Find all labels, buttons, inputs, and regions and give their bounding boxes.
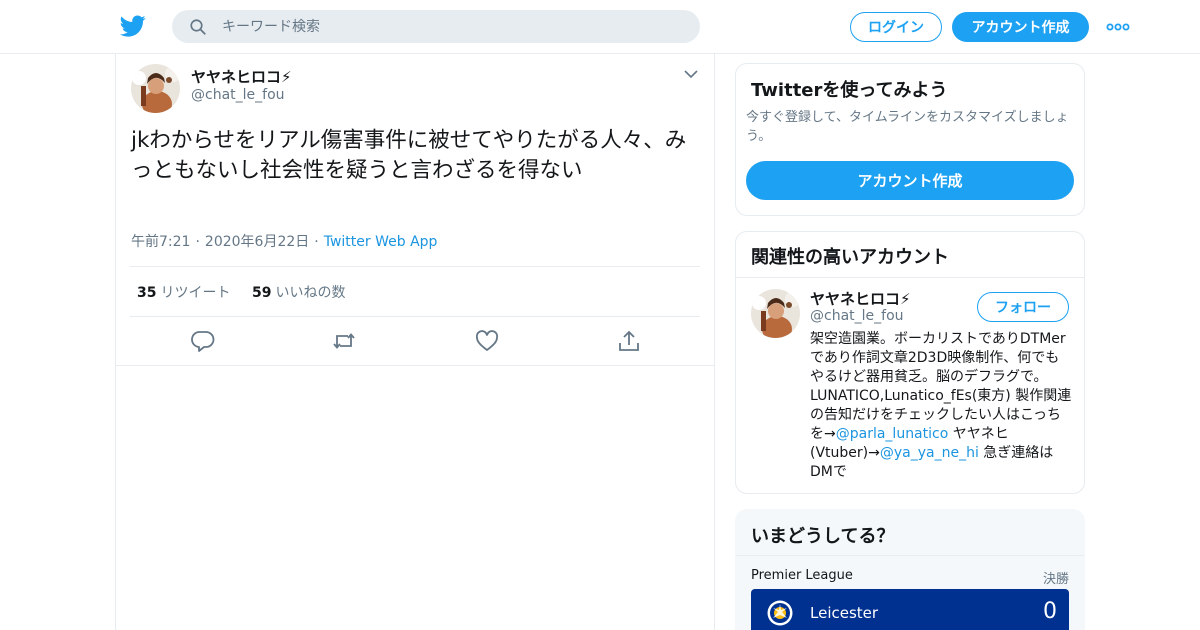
tweet-text: jkわからせをリアル傷害事件に被せてやりたがる人々、みっともないし社会性を疑うと… <box>131 128 687 183</box>
retweet-stat[interactable]: 35 リツイート <box>137 282 230 302</box>
author-handle[interactable]: @chat_le_fou <box>191 87 285 103</box>
login-button[interactable]: ログイン <box>850 12 942 42</box>
bio-mention-link[interactable]: @ya_ya_ne_hi <box>880 445 979 461</box>
related-account-handle[interactable]: @chat_le_fou <box>810 308 904 324</box>
retweet-icon[interactable] <box>332 330 356 352</box>
tweet-stats: 35 リツイート 59 いいねの数 <box>130 266 700 317</box>
related-account-bio: 架空造園業。ボーカリストでありDTMerであり作詞文章2D3D映像制作、何でもや… <box>810 330 1072 482</box>
retweet-label: リツイート <box>160 285 231 301</box>
team-score-row[interactable]: Leicester 0 <box>751 589 1069 630</box>
team-score: 0 <box>1043 599 1057 624</box>
tweet-time[interactable]: 午前7:21 <box>131 234 190 250</box>
related-accounts-card: 関連性の高いアカウント ヤヤネヒロコ⚡ @chat_le_fou フォロー 架空… <box>735 231 1085 494</box>
divider <box>736 555 1084 556</box>
tweet-metadata: 午前7:21 · 2020年6月22日 · Twitter Web App <box>131 231 437 251</box>
related-account-name[interactable]: ヤヤネヒロコ⚡ <box>810 288 911 309</box>
create-account-button[interactable]: アカウント作成 <box>746 161 1074 200</box>
signup-prompt-title: Twitterを使ってみよう <box>751 80 948 101</box>
tweet-actions <box>116 326 714 356</box>
twitter-bird-icon[interactable] <box>120 13 146 39</box>
league-name: Premier League <box>751 568 853 583</box>
follow-button[interactable]: フォロー <box>977 292 1069 322</box>
more-icon[interactable] <box>1106 20 1130 34</box>
like-stat[interactable]: 59 いいねの数 <box>252 282 345 302</box>
trends-title: いまどうしてる？ <box>751 526 895 547</box>
retweet-count: 35 <box>137 285 157 301</box>
signup-prompt-card: Twitterを使ってみよう 今すぐ登録して、タイムラインをカスタマイズしましょ… <box>735 63 1085 216</box>
signup-prompt-description: 今すぐ登録して、タイムラインをカスタマイズしましょう。 <box>746 110 1069 144</box>
avatar-image <box>131 64 180 113</box>
avatar[interactable] <box>751 289 800 338</box>
search-input[interactable] <box>222 10 682 43</box>
leicester-crest-icon <box>767 600 793 626</box>
avatar[interactable] <box>131 64 180 113</box>
tweet-source-link[interactable]: Twitter Web App <box>324 234 438 250</box>
trends-card: いまどうしてる？ Premier League 決勝 Leicester 0 <box>735 509 1085 630</box>
like-count: 59 <box>252 285 272 301</box>
team-name: Leicester <box>810 604 879 622</box>
meta-separator: · <box>314 234 319 250</box>
bio-mention-link[interactable]: @parla_lunatico <box>836 426 949 442</box>
share-icon[interactable] <box>617 330 641 352</box>
search-icon <box>190 19 206 35</box>
meta-separator: · <box>195 234 200 250</box>
reply-icon[interactable] <box>191 330 215 352</box>
top-navigation-bar: ログイン アカウント作成 <box>0 0 1200 54</box>
tweet-date[interactable]: 2020年6月22日 <box>205 234 309 250</box>
chevron-down-icon[interactable] <box>684 68 698 80</box>
main-timeline-column: ヤヤネヒロコ⚡ @chat_le_fou jkわからせをリアル傷害事件に被せてや… <box>115 54 715 630</box>
match-status: 決勝 <box>1042 572 1069 587</box>
tweet-card: ヤヤネヒロコ⚡ @chat_le_fou jkわからせをリアル傷害事件に被せてや… <box>116 54 714 366</box>
divider <box>736 277 1084 278</box>
like-label: いいねの数 <box>275 285 346 301</box>
author-name[interactable]: ヤヤネヒロコ⚡ <box>191 66 292 87</box>
search-box[interactable] <box>172 10 700 43</box>
avatar-image <box>751 289 800 338</box>
related-accounts-title: 関連性の高いアカウント <box>751 247 949 268</box>
signup-button[interactable]: アカウント作成 <box>952 12 1089 42</box>
like-icon[interactable] <box>475 330 499 352</box>
